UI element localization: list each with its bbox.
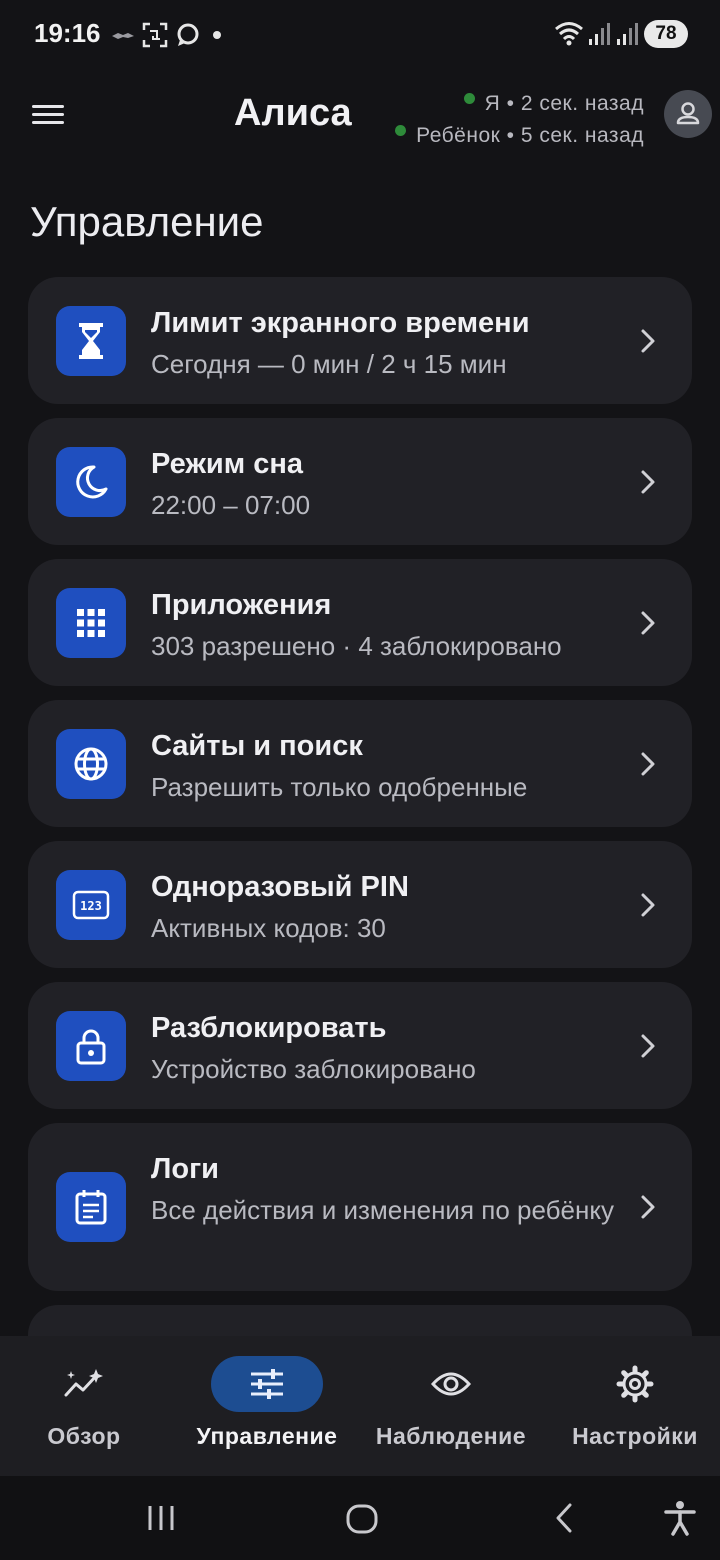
card-unlock[interactable]: Разблокировать Устройство заблокировано [28,982,692,1109]
lock-icon [76,1029,106,1065]
moon-icon [76,465,108,499]
status-time: 19:16 [34,18,101,48]
svg-text:123: 123 [80,899,102,913]
card-screen-time-limit[interactable]: Лимит экранного времени Сегодня — 0 мин … [28,277,692,404]
nav-label: Обзор [47,1423,121,1449]
card-icon-tile [56,1172,126,1242]
card-title: Режим сна [151,448,304,480]
screen: 19:16 78 Алиса Я • 2 сек. назад Ребёнок … [0,0,720,1560]
chevron-right-icon [641,329,655,352]
card-subtitle: 303 разрешено · 4 заблокировано [151,631,562,661]
recents-icon[interactable] [146,1502,176,1534]
card-icon-tile: 123 [56,870,126,940]
nav-overview[interactable]: Обзор [4,1336,164,1476]
menu-icon [32,121,64,124]
presence-child: Ребёнок • 5 сек. назад [395,124,644,148]
chevron-right-icon [641,893,655,916]
app-header: Алиса Я • 2 сек. назад Ребёнок • 5 сек. … [0,70,720,180]
card-subtitle: 22:00 – 07:00 [151,490,311,520]
nav-label: Настройки [572,1423,698,1449]
nav-settings[interactable]: Настройки [560,1336,710,1476]
back-icon[interactable] [552,1502,576,1534]
card-sleep-mode[interactable]: Режим сна 22:00 – 07:00 [28,418,692,545]
chevron-right-icon [641,1034,655,1057]
card-icon-tile [56,588,126,658]
status-bar: 19:16 78 [0,0,720,70]
apps-grid-icon [77,609,105,637]
bat-icon [112,33,134,39]
signal-icon [589,23,610,45]
card-partial-next[interactable] [28,1305,692,1336]
home-icon[interactable] [346,1504,378,1534]
menu-icon [32,105,64,108]
presence-me: Я • 2 сек. назад [463,92,644,116]
card-icon-tile [56,306,126,376]
globe-icon [74,747,108,781]
page-title: Управление [30,198,264,245]
card-sites-search[interactable]: Сайты и поиск Разрешить только одобренны… [28,700,692,827]
menu-icon [32,113,64,116]
chevron-right-icon [641,611,655,634]
online-dot-icon [463,93,475,104]
card-apps[interactable]: Приложения 303 разрешено · 4 заблокирова… [28,559,692,686]
child-name[interactable]: Алиса [234,92,352,135]
card-subtitle: Сегодня — 0 мин / 2 ч 15 мин [151,349,507,379]
signal-icon [617,23,638,45]
card-one-time-pin[interactable]: 123 Одноразовый PIN Активных кодов: 30 [28,841,692,968]
pin-123-icon: 123 [72,890,110,920]
system-nav-bar [0,1476,720,1560]
card-subtitle: Активных кодов: 30 [151,913,386,943]
nav-monitoring[interactable]: Наблюдение [366,1336,536,1476]
online-dot-icon [395,125,407,136]
card-icon-tile [56,1011,126,1081]
card-icon-tile [56,447,126,517]
card-title: Сайты и поиск [151,730,363,762]
nav-label: Управление [196,1423,338,1449]
card-subtitle: Все действия и изменения по ребёнку [151,1195,615,1225]
sliders-icon [251,1369,283,1399]
card-title: Лимит экранного времени [151,307,530,339]
card-icon-tile [56,729,126,799]
presence-me-text: Я • 2 сек. назад [484,92,644,115]
log-calendar-icon [75,1190,107,1225]
nav-pill [395,1356,507,1412]
chevron-right-icon [641,752,655,775]
eye-icon [431,1372,471,1396]
chevron-right-icon [641,470,655,493]
hourglass-icon [79,323,103,359]
card-logs[interactable]: Логи Все действия и изменения по ребёнку [28,1123,692,1291]
nav-control[interactable]: Управление [188,1336,346,1476]
avatar[interactable] [664,90,712,138]
card-title: Логи [151,1153,219,1185]
dot-icon [213,31,221,39]
screenshot-icon [142,22,168,48]
accessibility-icon[interactable] [664,1500,696,1536]
nav-pill [211,1356,323,1412]
chat-bubble-icon [177,23,199,46]
card-title: Приложения [151,589,332,621]
person-icon [676,102,700,125]
nav-pill [579,1356,691,1412]
card-subtitle: Разрешить только одобренные [151,772,528,802]
card-title: Одноразовый PIN [151,871,409,903]
card-title: Разблокировать [151,1012,387,1044]
sparkle-chart-icon [64,1369,103,1397]
nav-pill [28,1356,140,1412]
presence-child-text: Ребёнок • 5 сек. назад [416,124,644,147]
battery-indicator: 78 [644,20,688,48]
menu-button[interactable] [30,100,70,136]
control-card-list: Лимит экранного времени Сегодня — 0 мин … [28,277,692,1336]
card-subtitle: Устройство заблокировано [151,1054,476,1084]
bottom-nav: Обзор Управление Наблюдение Настройки [0,1336,720,1476]
gear-icon [616,1365,654,1403]
nav-label: Наблюдение [375,1423,527,1449]
wifi-icon [555,22,583,46]
chevron-right-icon [641,1195,655,1219]
